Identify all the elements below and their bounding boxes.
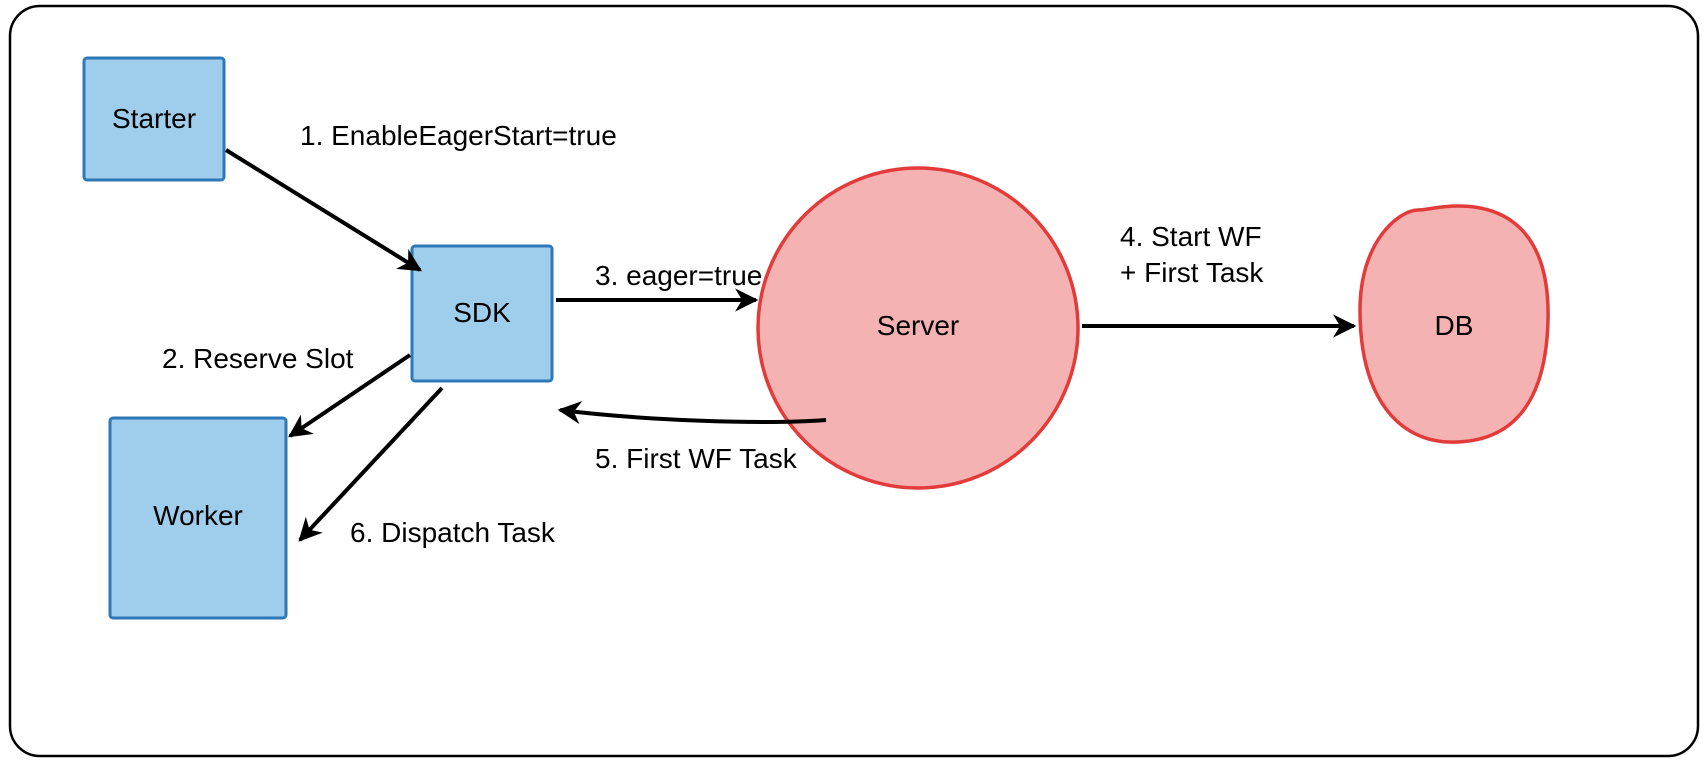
- node-db-label: DB: [1435, 310, 1474, 341]
- arrow-2-label: 2. Reserve Slot: [162, 343, 354, 374]
- node-sdk-label: SDK: [453, 297, 511, 328]
- node-server-label: Server: [877, 310, 959, 341]
- node-starter: Starter: [84, 58, 224, 180]
- diagram-canvas: Starter SDK Worker Server DB 1. EnableEa…: [0, 0, 1708, 772]
- node-server: Server: [758, 168, 1078, 488]
- arrow-6-label: 6. Dispatch Task: [350, 517, 556, 548]
- arrow-1-label: 1. EnableEagerStart=true: [300, 120, 617, 151]
- node-db: DB: [1360, 206, 1548, 442]
- arrow-3-eager-true: 3. eager=true: [556, 260, 762, 300]
- arrow-4-start-wf: 4. Start WF + First Task: [1082, 221, 1354, 326]
- node-starter-label: Starter: [112, 103, 196, 134]
- arrow-6-dispatch-task: 6. Dispatch Task: [300, 388, 556, 548]
- arrow-3-label: 3. eager=true: [595, 260, 762, 291]
- arrow-5-label: 5. First WF Task: [595, 443, 798, 474]
- node-worker: Worker: [110, 418, 286, 618]
- node-worker-label: Worker: [153, 500, 243, 531]
- arrow-4-label-line2: + First Task: [1120, 257, 1264, 288]
- arrow-4-label-line1: 4. Start WF: [1120, 221, 1262, 252]
- node-sdk: SDK: [412, 246, 552, 381]
